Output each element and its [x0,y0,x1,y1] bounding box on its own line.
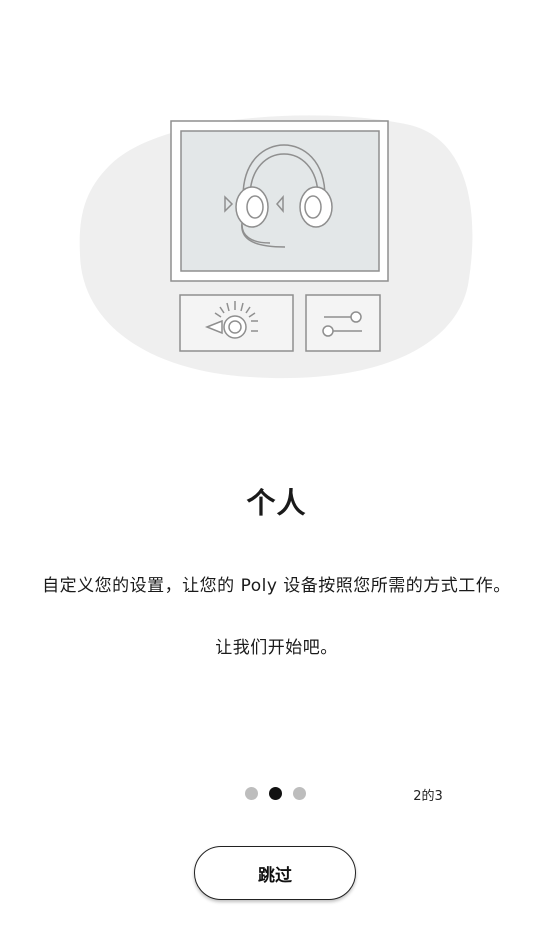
page-title: 个人 [246,486,307,520]
page-dot-1[interactable] [245,786,258,800]
skip-button[interactable]: 跳过 [194,846,356,900]
sliders-panel [305,294,381,352]
description-text: 自定义您的设置，让您的 Poly 设备按照您所需的方式工作。 [42,576,511,596]
page-dot-2-active[interactable] [269,786,282,800]
page-count: 2的3 [413,789,443,804]
headset-settings-illustration [70,105,485,390]
page-dot-3[interactable] [293,786,306,800]
cta-text: 让我们开始吧。 [215,638,338,658]
brightness-panel [179,294,294,352]
page-indicator [245,786,306,800]
